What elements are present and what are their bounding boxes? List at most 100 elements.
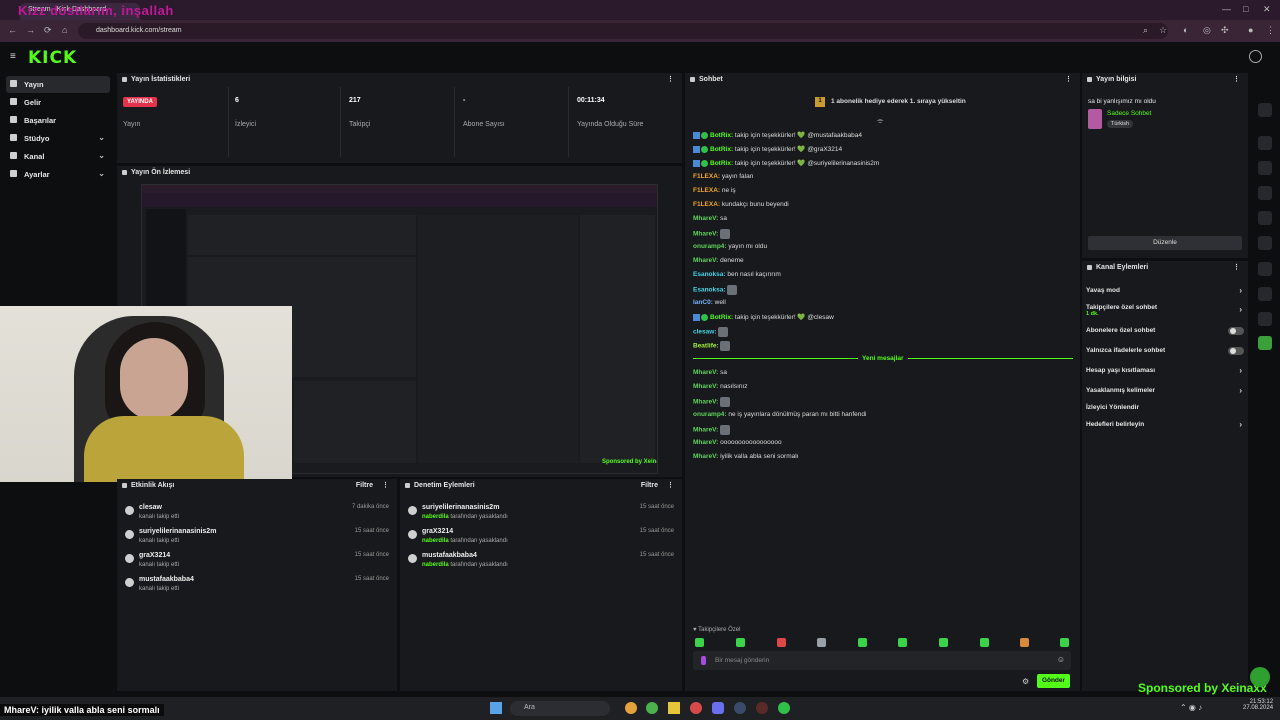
share-icon[interactable] <box>1258 312 1272 326</box>
mod-username[interactable]: suriyelilerinanasinis2m <box>422 504 499 511</box>
feed-username[interactable]: suriyelilerinanasinis2m <box>139 528 216 535</box>
chat-username[interactable]: clesaw <box>693 329 714 336</box>
feed-username[interactable]: graX3214 <box>139 552 170 559</box>
chat-username[interactable]: MhareV <box>693 427 716 434</box>
sidebar-item-ayarlar[interactable]: Ayarlar ⌄ <box>6 166 110 183</box>
mod-username[interactable]: mustafaakbaba4 <box>422 552 477 559</box>
category-link[interactable]: Sadece Sohbet <box>1107 110 1151 117</box>
emote-icon[interactable] <box>980 638 989 647</box>
action-set-goals[interactable]: Hedefleri belirleyin › <box>1086 420 1246 435</box>
mod-moderator[interactable]: naberdila <box>422 514 449 520</box>
emote-icon[interactable] <box>858 638 867 647</box>
action-account-age[interactable]: Hesap yaşı kısıtlaması › <box>1086 366 1246 381</box>
taskbar-search[interactable]: Ara <box>510 701 610 716</box>
more-icon[interactable]: ⋮ <box>667 75 674 83</box>
chat-username[interactable]: MhareV <box>693 399 716 406</box>
user-avatar-icon[interactable] <box>1249 50 1262 63</box>
chat-username[interactable]: BotRix <box>710 314 731 321</box>
shop-icon[interactable] <box>1258 262 1272 276</box>
more-icon[interactable]: ⋮ <box>667 481 674 489</box>
url-field[interactable]: dashboard.kick.com/stream <box>78 23 1168 39</box>
send-button[interactable]: Gönder <box>1037 674 1070 688</box>
feed-username[interactable]: mustafaakbaba4 <box>139 576 194 583</box>
obs-icon[interactable] <box>756 702 768 714</box>
sidebar-item-yayin[interactable]: Yayın <box>6 76 110 93</box>
filter-button[interactable]: Filtre <box>356 482 373 489</box>
ban-tool-icon[interactable] <box>1258 136 1272 150</box>
chat-username[interactable]: F1LEXA <box>693 187 718 194</box>
chat-username[interactable]: BotRix <box>710 132 731 139</box>
discord-icon[interactable] <box>712 702 724 714</box>
chat-username[interactable]: Esanoksa <box>693 271 723 278</box>
feed-username[interactable]: clesaw <box>139 504 162 511</box>
chrome-icon[interactable] <box>625 702 637 714</box>
mic-icon[interactable] <box>701 656 706 665</box>
puzzle-icon[interactable]: ✣ <box>1221 25 1229 36</box>
steam-icon[interactable] <box>734 702 746 714</box>
chat-input[interactable]: Bir mesaj gönderin ☺ <box>693 651 1071 670</box>
more-icon[interactable]: ⋮ <box>1065 75 1072 83</box>
edit-button[interactable]: Düzenle <box>1088 236 1242 250</box>
close-icon[interactable]: ✕ <box>1263 4 1271 15</box>
browser-menu-icon[interactable]: ⋮ <box>1266 25 1275 36</box>
sidebar-item-gelir[interactable]: Gelir <box>6 94 110 111</box>
action-raid[interactable]: İzleyici Yönlendir <box>1086 404 1246 418</box>
chat-username[interactable]: onuramp4 <box>693 243 724 250</box>
extension-icon[interactable]: ◐ <box>1183 25 1188 35</box>
emote-icon[interactable] <box>898 638 907 647</box>
emote-icon[interactable] <box>695 638 704 647</box>
minimize-icon[interactable]: — <box>1222 4 1231 14</box>
mod-username[interactable]: graX3214 <box>422 528 453 535</box>
broadcast-tool-icon[interactable] <box>1258 236 1272 250</box>
tray-icons[interactable]: ⌃ ◉ ♪ <box>1180 703 1202 712</box>
action-slow-mode[interactable]: Yavaş mod › <box>1086 286 1246 301</box>
forward-icon[interactable]: → <box>26 25 35 35</box>
pinned-leaderboard[interactable]: 1 1 abonelik hediye ederek 1. sıraya yüks… <box>815 97 966 107</box>
maximize-icon[interactable]: □ <box>1243 4 1248 14</box>
emote-icon[interactable] <box>1060 638 1069 647</box>
subs-only-toggle[interactable] <box>1228 327 1244 335</box>
emote-icon[interactable] <box>817 638 826 647</box>
chat-username[interactable]: BotRix <box>710 146 731 153</box>
bookmark-star-icon[interactable]: ☆ <box>1159 25 1167 36</box>
chat-username[interactable]: MhareV <box>693 231 716 238</box>
mod-moderator[interactable]: naberdila <box>422 562 449 568</box>
windows-start-icon[interactable] <box>490 702 502 714</box>
sidebar-item-studyo[interactable]: Stüdyo ⌄ <box>6 130 110 147</box>
folder-icon[interactable] <box>668 702 680 714</box>
spotify-icon[interactable] <box>778 702 790 714</box>
wrench-icon[interactable] <box>1258 287 1272 301</box>
chat-username[interactable]: F1LEXA <box>693 201 718 208</box>
action-followers-only[interactable]: Takipçilere özel sohbet 1 dk. › <box>1086 304 1246 322</box>
xbox-icon[interactable] <box>646 702 658 714</box>
chat-username[interactable]: MhareV <box>693 257 716 264</box>
collapse-icon[interactable]: ⌯ <box>877 116 883 126</box>
back-icon[interactable]: ← <box>8 25 17 35</box>
emote-icon[interactable] <box>939 638 948 647</box>
green-app-icon[interactable] <box>1258 336 1272 350</box>
chat-username[interactable]: MhareV <box>693 383 716 390</box>
chat-username[interactable]: Beatlife <box>693 343 716 350</box>
app-icon[interactable] <box>690 702 702 714</box>
kick-logo[interactable]: KICK <box>28 48 77 68</box>
pencil-icon[interactable] <box>1258 103 1272 117</box>
more-icon[interactable]: ⋮ <box>1233 75 1240 83</box>
bolt-icon[interactable] <box>1258 161 1272 175</box>
chat-username[interactable]: MhareV <box>693 439 716 446</box>
chat-username[interactable]: MhareV <box>693 453 716 460</box>
chat-username[interactable]: onuramp4 <box>693 411 724 418</box>
chat-username[interactable]: F1LEXA <box>693 173 718 180</box>
clipboard-icon[interactable] <box>1258 186 1272 200</box>
chat-username[interactable]: lanC0 <box>693 299 711 306</box>
reload-icon[interactable]: ⟳ <box>44 25 52 36</box>
hamburger-icon[interactable]: ≡ <box>10 51 16 62</box>
chat-bubble-icon[interactable] <box>1258 211 1272 225</box>
chat-username[interactable]: MhareV <box>693 215 716 222</box>
chat-username[interactable]: MhareV <box>693 369 716 376</box>
more-icon[interactable]: ⋮ <box>382 481 389 489</box>
sidebar-item-basarilar[interactable]: Başarılar <box>6 112 110 129</box>
profile-icon[interactable]: ● <box>1248 25 1253 35</box>
mod-moderator[interactable]: naberdila <box>422 538 449 544</box>
home-icon[interactable]: ⌂ <box>62 25 67 35</box>
chat-username[interactable]: BotRix <box>710 160 731 167</box>
